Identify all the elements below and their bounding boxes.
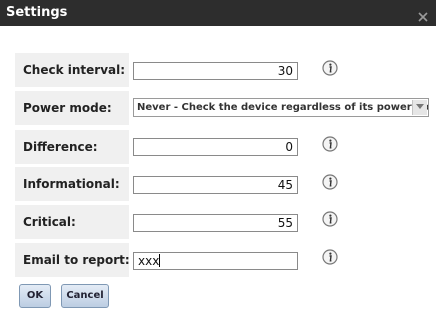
informational-input[interactable]: 45 bbox=[133, 176, 298, 194]
email-label-cell: Email to report: bbox=[15, 243, 130, 277]
info-icon[interactable] bbox=[322, 249, 338, 265]
check-interval-label: Check interval: bbox=[23, 63, 126, 77]
informational-label-cell: Informational: bbox=[15, 167, 129, 201]
critical-input[interactable]: 55 bbox=[133, 214, 298, 232]
critical-label: Critical: bbox=[23, 215, 76, 229]
info-icon[interactable] bbox=[322, 60, 338, 76]
dialog-title: Settings bbox=[6, 5, 68, 20]
informational-label: Informational: bbox=[23, 177, 120, 191]
difference-input[interactable]: 0 bbox=[133, 138, 298, 156]
info-icon[interactable] bbox=[322, 211, 338, 227]
info-icon[interactable] bbox=[322, 174, 338, 190]
power-mode-label-cell: Power mode: bbox=[15, 91, 129, 125]
check-interval-label-cell: Check interval: bbox=[15, 53, 129, 87]
email-input[interactable]: xxx bbox=[133, 252, 298, 270]
email-value: xxx bbox=[138, 254, 160, 268]
ok-button[interactable]: OK bbox=[19, 284, 51, 308]
difference-label-cell: Difference: bbox=[15, 130, 129, 164]
critical-label-cell: Critical: bbox=[15, 205, 129, 239]
text-cursor bbox=[159, 254, 161, 267]
settings-dialog: Settings Check interval: 30 Power mode: … bbox=[0, 0, 436, 319]
cancel-button[interactable]: Cancel bbox=[61, 284, 109, 308]
power-mode-select[interactable]: Never - Check the device regardless of i… bbox=[133, 98, 429, 117]
close-icon[interactable] bbox=[418, 7, 428, 22]
info-icon[interactable] bbox=[322, 136, 338, 152]
title-bar: Settings bbox=[0, 0, 436, 26]
power-mode-value: Never - Check the device regardless of i… bbox=[137, 102, 429, 113]
email-label: Email to report: bbox=[23, 253, 130, 267]
power-mode-label: Power mode: bbox=[23, 101, 112, 115]
chevron-down-icon[interactable] bbox=[412, 100, 427, 115]
check-interval-input[interactable]: 30 bbox=[133, 62, 298, 80]
difference-label: Difference: bbox=[23, 140, 98, 154]
